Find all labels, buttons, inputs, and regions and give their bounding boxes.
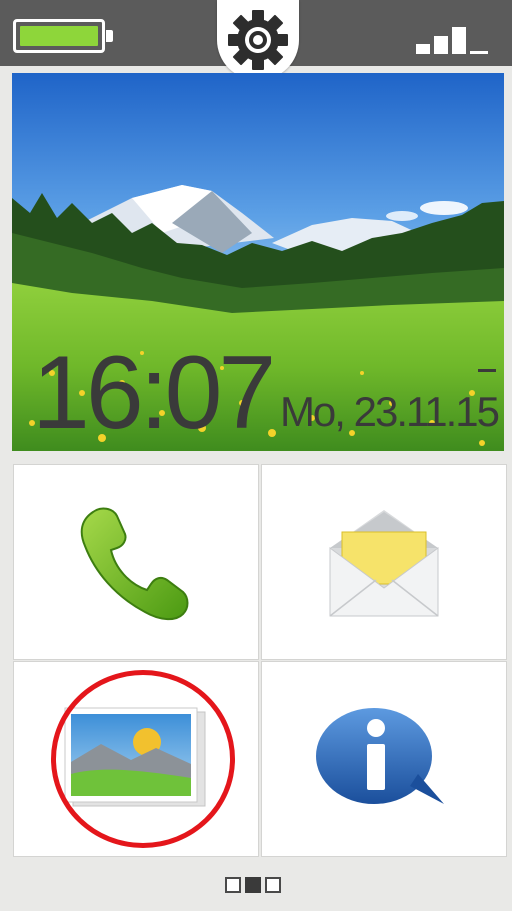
info-bubble-icon xyxy=(316,708,444,804)
signal-strength-icon xyxy=(416,22,496,54)
settings-button[interactable] xyxy=(217,0,299,80)
battery-icon xyxy=(13,19,113,53)
messages-app-button[interactable] xyxy=(262,465,506,659)
envelope-icon xyxy=(329,510,439,617)
clock-time: 16:07 xyxy=(32,335,276,451)
page-dot-3[interactable] xyxy=(265,877,281,893)
phone-icon xyxy=(80,507,189,620)
page-indicator[interactable] xyxy=(225,877,281,895)
page-dot-2[interactable] xyxy=(245,877,261,893)
info-app-button[interactable] xyxy=(262,662,506,856)
gallery-app-button[interactable] xyxy=(14,662,258,856)
picture-icon xyxy=(64,707,206,807)
clock-date: Mo, 23.11.15 xyxy=(279,388,500,435)
battery-level-fill xyxy=(20,26,98,46)
gear-icon xyxy=(228,10,288,70)
phone-app-button[interactable] xyxy=(14,465,258,659)
alarm-indicator xyxy=(478,369,496,372)
page-dot-1[interactable] xyxy=(225,877,241,893)
lock-screen-wallpaper[interactable]: 16:07 Mo, 23.11.15 xyxy=(12,73,504,451)
